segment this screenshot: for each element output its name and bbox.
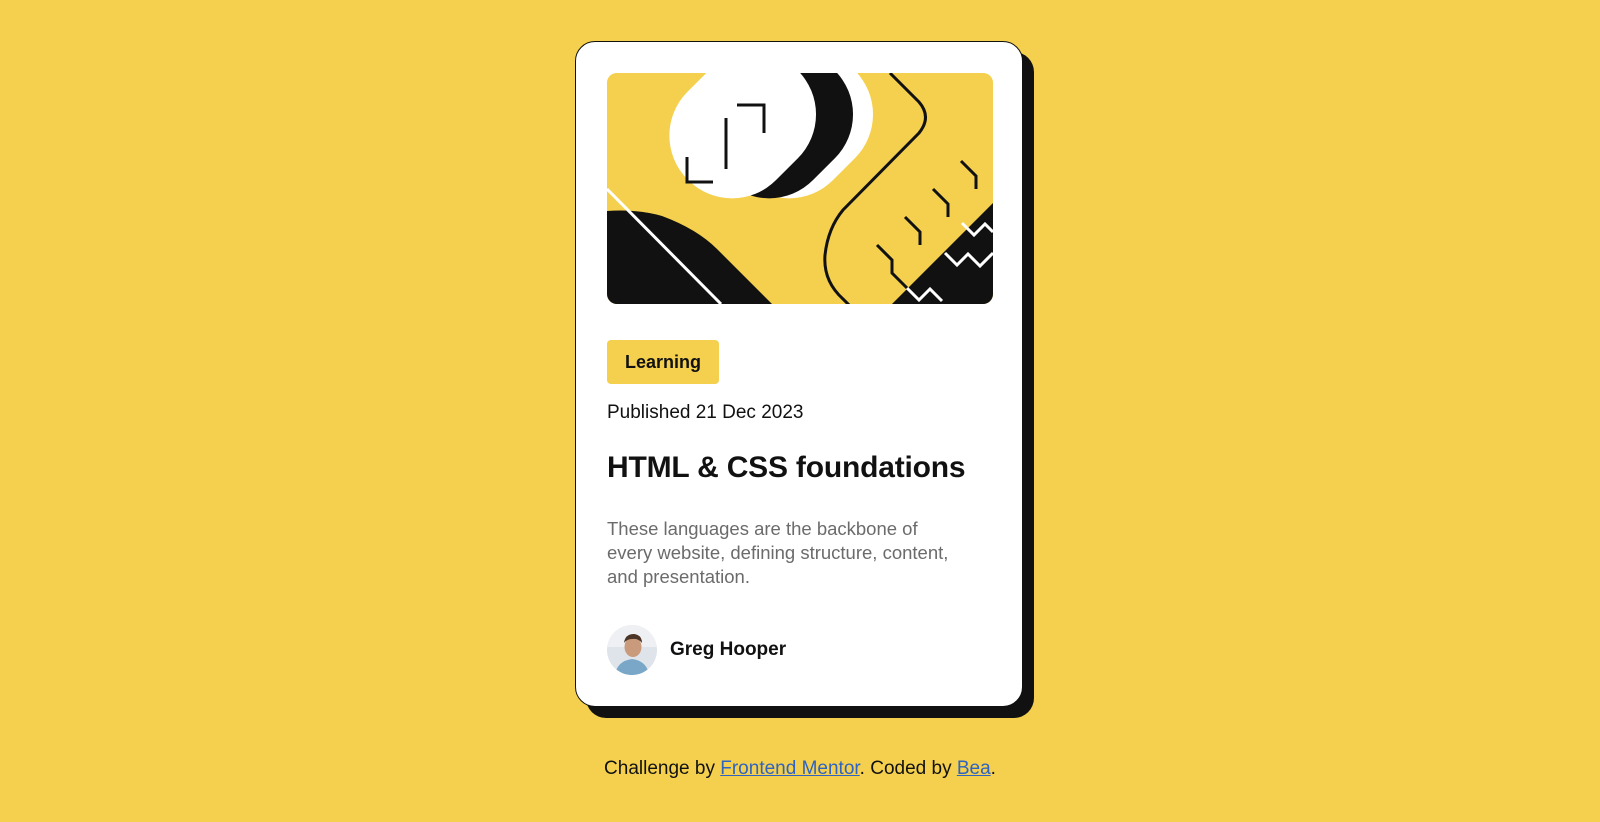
card-description: These languages are the backbone of ever… xyxy=(607,518,949,587)
blog-preview-card: Learning Published 21 Dec 2023 HTML & CS… xyxy=(575,41,1023,707)
attribution-middle: . Coded by xyxy=(859,758,957,779)
attribution: Challenge by Frontend Mentor. Coded by B… xyxy=(0,758,1600,780)
avatar xyxy=(607,625,657,675)
author-link[interactable]: Bea xyxy=(957,758,991,779)
author: Greg Hooper xyxy=(607,625,786,675)
category-tag: Learning xyxy=(607,340,720,384)
author-name: Greg Hooper xyxy=(670,639,787,660)
card-title[interactable]: HTML & CSS foundations xyxy=(607,451,966,485)
frontend-mentor-link[interactable]: Frontend Mentor xyxy=(720,758,859,779)
attribution-prefix: Challenge by xyxy=(604,758,721,779)
code-illustration-icon xyxy=(607,73,993,304)
attribution-suffix: . xyxy=(990,758,996,779)
published-date: Published 21 Dec 2023 xyxy=(607,402,804,423)
